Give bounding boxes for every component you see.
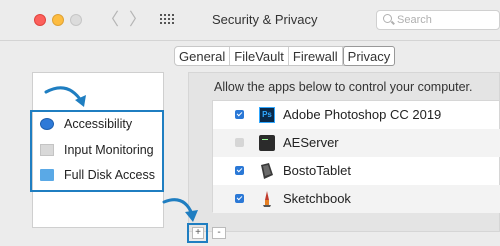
preferences-window: 〈 〉 Security & Privacy Search General Fi… (0, 0, 500, 246)
panel-description: Allow the apps below to control your com… (214, 80, 473, 94)
pointer-arrow-icon (162, 198, 198, 222)
add-app-button[interactable]: + (192, 227, 204, 239)
window-title: Security & Privacy (212, 12, 318, 27)
minimize-window-button[interactable] (52, 14, 64, 26)
app-list: Ps Adobe Photoshop CC 2019 AEServer Bost… (212, 100, 500, 213)
remove-app-button[interactable]: - (212, 227, 226, 239)
tab-filevault[interactable]: FileVault (230, 47, 289, 65)
search-placeholder: Search (397, 14, 432, 26)
photoshop-icon: Ps (259, 107, 275, 123)
show-all-grid-icon[interactable] (160, 14, 175, 25)
app-row[interactable]: Sketchbook (213, 185, 500, 213)
tablet-icon (261, 163, 273, 179)
app-checkbox[interactable] (235, 166, 244, 175)
search-icon (383, 14, 392, 23)
titlebar-divider (0, 40, 500, 41)
back-button[interactable]: 〈 (102, 10, 119, 30)
tab-privacy[interactable]: Privacy (342, 46, 396, 66)
app-name: Adobe Photoshop CC 2019 (283, 107, 442, 122)
app-name: Sketchbook (283, 191, 351, 206)
sidebar-highlight-box (30, 110, 164, 192)
zoom-window-button[interactable] (70, 14, 82, 26)
close-window-button[interactable] (34, 14, 46, 26)
terminal-icon (259, 135, 275, 151)
app-row[interactable]: BostoTablet (213, 157, 500, 185)
app-checkbox[interactable] (235, 194, 244, 203)
pointer-arrow-icon (44, 86, 86, 107)
app-row[interactable]: Ps Adobe Photoshop CC 2019 (213, 101, 500, 129)
app-name: AEServer (283, 135, 339, 150)
app-name: BostoTablet (283, 163, 351, 178)
tab-firewall[interactable]: Firewall (289, 47, 343, 65)
app-checkbox[interactable] (235, 138, 244, 147)
sketchbook-icon (263, 191, 271, 207)
search-field[interactable]: Search (376, 10, 500, 30)
tab-general[interactable]: General (175, 47, 231, 65)
tab-bar: General FileVault Firewall Privacy (174, 46, 396, 66)
app-row[interactable]: AEServer (213, 129, 500, 157)
titlebar: 〈 〉 Security & Privacy Search (0, 0, 500, 40)
app-checkbox[interactable] (235, 110, 244, 119)
forward-button[interactable]: 〉 (129, 10, 146, 30)
